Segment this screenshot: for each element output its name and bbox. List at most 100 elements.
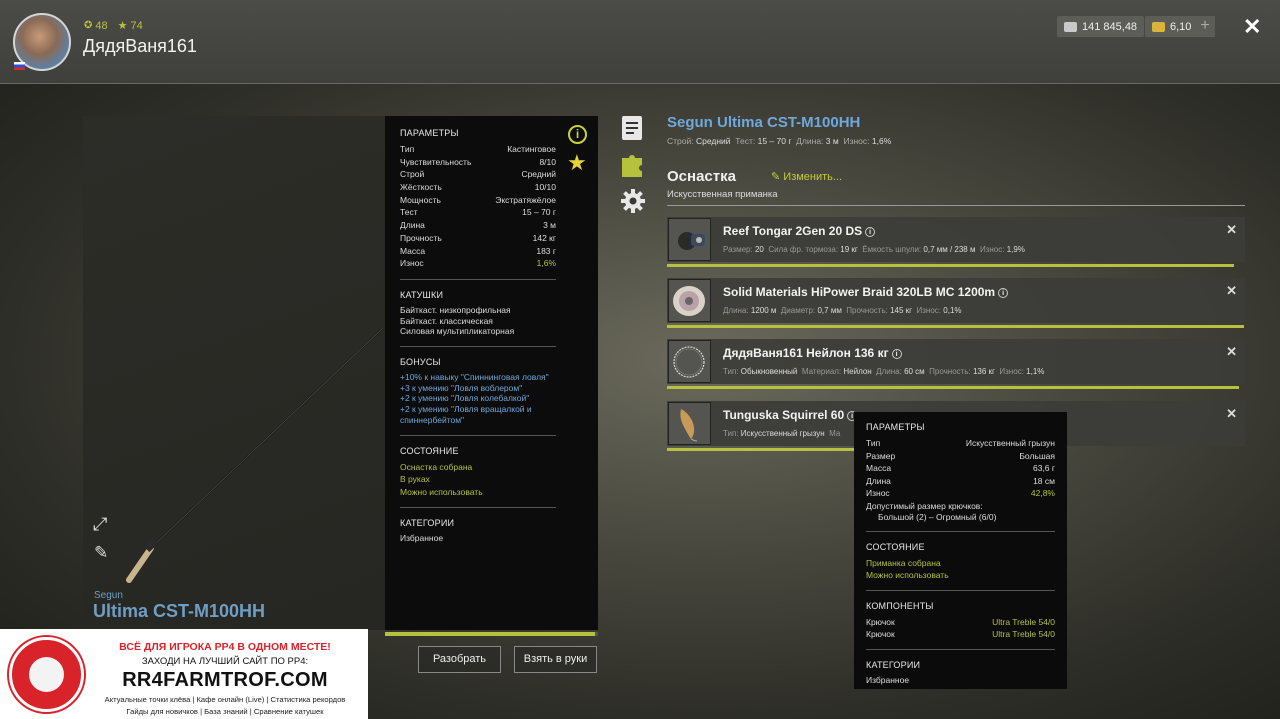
categories-title: КАТЕГОРИИ (400, 518, 455, 528)
param-key: Строй (400, 169, 425, 180)
divider (400, 434, 556, 436)
param-row: Тип Кастинговое (400, 143, 556, 156)
rod-model: Ultima CST-M100HH (93, 601, 266, 621)
site-logo (9, 637, 84, 712)
divider (866, 648, 1055, 650)
hook-size-value: Большой (2) – Огромный (6/0) (878, 511, 997, 522)
info-value: 0,7 мм / 238 м (923, 245, 976, 254)
reel-type: Байткаст. низкопрофильная (400, 304, 511, 315)
info-value: Обыкновенный (740, 367, 798, 376)
info-label: Длина: (876, 367, 902, 376)
disassemble-button[interactable]: Разобрать (418, 646, 501, 673)
state-title: СОСТОЯНИЕ (400, 445, 459, 456)
divider (667, 205, 1245, 206)
tackle-name: Tunguska Squirrel 60 i (723, 408, 858, 422)
expand-icon[interactable]: ⤢ (93, 514, 107, 535)
remove-icon[interactable]: ✕ (1226, 406, 1237, 422)
rig-assembly-icon[interactable] (620, 152, 644, 178)
ad-banner[interactable]: ВСЁ ДЛЯ ИГРОКА РР4 В ОДНОМ МЕСТЕ! ЗАХОДИ… (0, 629, 368, 719)
info-value: 19 кг (840, 245, 858, 254)
info-icon[interactable]: i (865, 227, 876, 237)
tackle-info: Тип: Обыкновенный Материал: Нейлон Длина… (723, 367, 1044, 376)
tooltip-category-value: Избранное (866, 674, 910, 685)
param-row: Строй Средний (400, 168, 556, 181)
leader-thumbnail (668, 340, 711, 383)
param-value: 183 г (536, 245, 556, 256)
banner-site-link[interactable]: RR4FARMTROF.COM (92, 669, 358, 692)
param-value: 3 м (543, 220, 556, 231)
info-label: Ёмкость шпули: (862, 245, 922, 254)
remove-icon[interactable]: ✕ (1226, 222, 1237, 238)
rig-title: Оснастка (667, 168, 736, 185)
component-row: Крючок Ultra Treble 54/0 (866, 628, 1055, 641)
rank-badge: ★ 74 (118, 19, 143, 33)
tackle-info: Длина: 1200 м Диаметр: 0,7 мм Прочность:… (723, 306, 962, 315)
info-label: Сила фр. тормоза: (768, 245, 839, 254)
bear-mascot-icon (29, 657, 64, 692)
tackle-name-text: Tunguska Squirrel 60 (723, 408, 845, 422)
lure-tooltip: ПАРАМЕТРЫ Тип Искусственный грызун Размер… (854, 412, 1067, 689)
tackle-item-line[interactable]: Solid Materials HiPower Braid 320LB MC 1… (667, 278, 1245, 323)
line-spool-thumbnail (668, 279, 711, 322)
description-icon[interactable] (620, 115, 644, 141)
bonus-item: +10% к навыку "Спиннинговая ловля" (400, 371, 549, 382)
info-wear-value: 0,1% (943, 306, 962, 315)
change-rig-label: Изменить... (783, 171, 843, 183)
bonus-item: +2 к умению "Ловля вращалкой и (400, 404, 532, 415)
take-in-hands-button[interactable]: Взять в руки (514, 646, 597, 673)
change-rig-button[interactable]: ✎ Изменить... (771, 170, 842, 183)
rod-preview (83, 116, 385, 630)
add-currency-button[interactable]: + (1195, 16, 1215, 37)
info-wear-value: 1,1% (1026, 367, 1045, 376)
param-key: Износ (400, 258, 424, 269)
param-row: Масса 183 г (400, 245, 556, 258)
param-key: Масса (866, 463, 892, 473)
summary-label: Строй: (667, 136, 694, 146)
divider (866, 589, 1055, 591)
tackle-item-leader[interactable]: ДядяВаня161 Нейлон 136 кг i Тип: Обыкнове… (667, 339, 1245, 384)
tackle-item-reel[interactable]: Reef Tongar 2Gen 20 DS i Размер: 20 Сила … (667, 217, 1245, 262)
params-list: Тип Кастинговое Чувствительность 8/10 Стро… (400, 143, 556, 270)
params-title: ПАРАМЕТРЫ (400, 128, 459, 138)
info-label: Прочность: (846, 306, 888, 315)
param-key: Тип (400, 144, 415, 154)
remove-icon[interactable]: ✕ (1226, 344, 1237, 360)
component-key: Крючок (866, 629, 895, 639)
param-value: 15 – 70 г (522, 207, 556, 218)
component-value: Ultra Treble 54/0 (992, 616, 1055, 627)
rod-image (126, 327, 384, 583)
param-row: Чувствительность 8/10 (400, 156, 556, 169)
info-icon[interactable]: i (568, 125, 587, 144)
info-icon[interactable]: i (891, 349, 902, 359)
close-icon[interactable]: ✕ (1243, 14, 1261, 40)
gold-balance: 6,10 (1145, 16, 1199, 37)
param-value-wear: 42,8% (1030, 488, 1055, 498)
param-key: Мощность (400, 194, 441, 205)
repair-icon[interactable]: ✎ (94, 543, 108, 563)
info-value: 20 (754, 245, 764, 254)
rank-value: 74 (130, 19, 143, 32)
summary-label: Износ: (843, 136, 870, 146)
tackle-info: Размер: 20 Сила фр. тормоза: 19 кг Ёмкос… (723, 245, 1025, 254)
favorite-star-icon[interactable]: ★ (567, 150, 587, 176)
tackle-name-text: Solid Materials HiPower Braid 320LB MC 1… (723, 285, 996, 299)
level-value: 48 (95, 19, 108, 32)
param-key: Тип (866, 438, 881, 448)
param-value: 10/10 (534, 182, 556, 193)
remove-icon[interactable]: ✕ (1226, 283, 1237, 299)
component-value: Ultra Treble 54/0 (992, 629, 1055, 639)
tackle-info: Тип: Искусственный грызун Ма (723, 429, 840, 438)
top-bar: ✪ 48 ★ 74 ДядяВаня161 141 845,48 6,10 + … (0, 0, 1280, 84)
param-row: Мощность Экстратяжёлое (400, 194, 556, 207)
rod-condition-fill (385, 632, 595, 636)
param-value: 8/10 (539, 156, 556, 167)
param-value: Кастинговое (507, 144, 556, 154)
info-label: Тип: (723, 429, 739, 438)
info-value: 0,7 мм (817, 306, 842, 315)
info-label: Длина: (723, 306, 749, 315)
info-icon[interactable]: i (998, 288, 1009, 298)
tackle-name: Reef Tongar 2Gen 20 DS i (723, 224, 876, 238)
state-item: Оснастка собрана (400, 461, 473, 472)
settings-gear-icon[interactable] (620, 188, 645, 214)
param-row: Жёсткость 10/10 (400, 181, 556, 194)
